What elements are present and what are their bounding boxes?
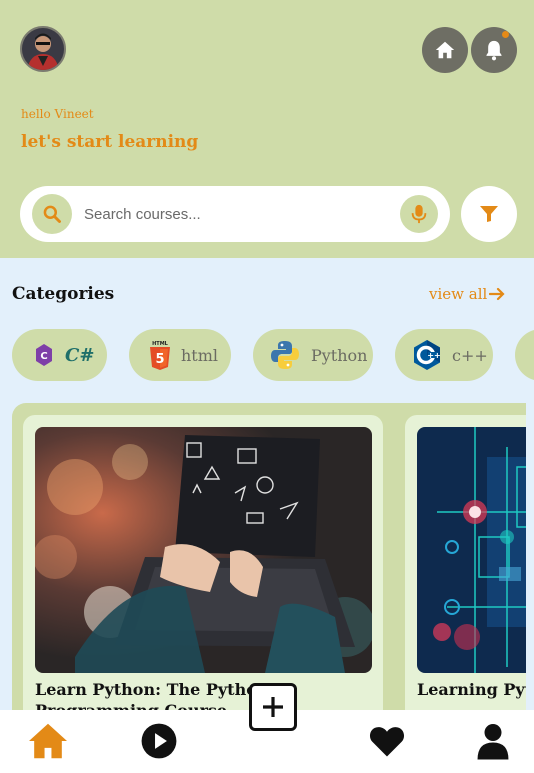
python-logo [271, 341, 299, 369]
category-chip-html[interactable]: HTML 5 html [129, 329, 231, 381]
category-chip-csharp[interactable]: C C# [12, 329, 107, 381]
category-chip-label: c++ [452, 345, 488, 365]
html5-logo: HTML 5 [150, 341, 170, 370]
search-icon [43, 205, 61, 223]
category-chip-more[interactable] [515, 329, 534, 381]
filter-button[interactable] [461, 186, 517, 242]
home-icon [29, 723, 67, 759]
headline-text: let's start learning [21, 132, 199, 152]
nav-home[interactable] [27, 720, 69, 762]
svg-text:++: ++ [427, 351, 440, 360]
filter-icon [480, 206, 498, 222]
home-button[interactable] [422, 27, 468, 73]
search-input[interactable] [84, 201, 394, 227]
bell-icon [486, 40, 502, 61]
course-card[interactable]: Learn Python: The Python Programming Cou… [23, 415, 383, 723]
search-bar [20, 186, 450, 242]
svg-text:5: 5 [155, 352, 164, 367]
svg-text:C: C [40, 351, 47, 362]
svg-text:HTML: HTML [152, 341, 169, 347]
nav-profile[interactable] [472, 720, 514, 762]
arrow-right-icon [489, 287, 505, 301]
course-thumbnail [35, 427, 372, 673]
csharp-logo: C C# [36, 344, 94, 366]
view-all-label: view all [429, 285, 488, 303]
course-thumbnail [417, 427, 526, 673]
cpp-logo: ++ [414, 340, 441, 370]
category-chip-label: Python [311, 345, 368, 365]
voice-search-button[interactable] [400, 195, 438, 233]
categories-title: Categories [12, 284, 115, 304]
course-list: Learn Python: The Python Programming Cou… [12, 403, 526, 723]
view-all-link[interactable]: view all [429, 285, 505, 303]
nav-favorites[interactable] [366, 720, 408, 762]
user-avatar[interactable] [20, 26, 66, 72]
greeting-text: hello Vineet [21, 107, 94, 121]
category-chip-cpp[interactable]: ++ c++ [395, 329, 493, 381]
home-icon [435, 41, 455, 59]
svg-text:C#: C# [65, 345, 94, 366]
nav-play[interactable] [138, 720, 180, 762]
add-course-button[interactable] [249, 683, 297, 731]
header: hello Vineet let's start learning [0, 0, 534, 258]
category-chip-label: html [181, 345, 219, 365]
notification-dot [502, 31, 509, 38]
play-icon [141, 723, 177, 759]
profile-icon [477, 724, 509, 760]
search-button[interactable] [32, 194, 72, 234]
course-card[interactable]: Learning Python Visualization [405, 415, 526, 723]
add-icon [263, 697, 283, 717]
category-chip-python[interactable]: Python [253, 329, 373, 381]
notifications-button[interactable] [471, 27, 517, 73]
category-chips: C C# HTML 5 html Python ++ c++ [0, 329, 534, 381]
heart-icon [369, 727, 405, 757]
course-title: Learning Python Visualization [417, 680, 526, 699]
mic-icon [411, 204, 427, 224]
